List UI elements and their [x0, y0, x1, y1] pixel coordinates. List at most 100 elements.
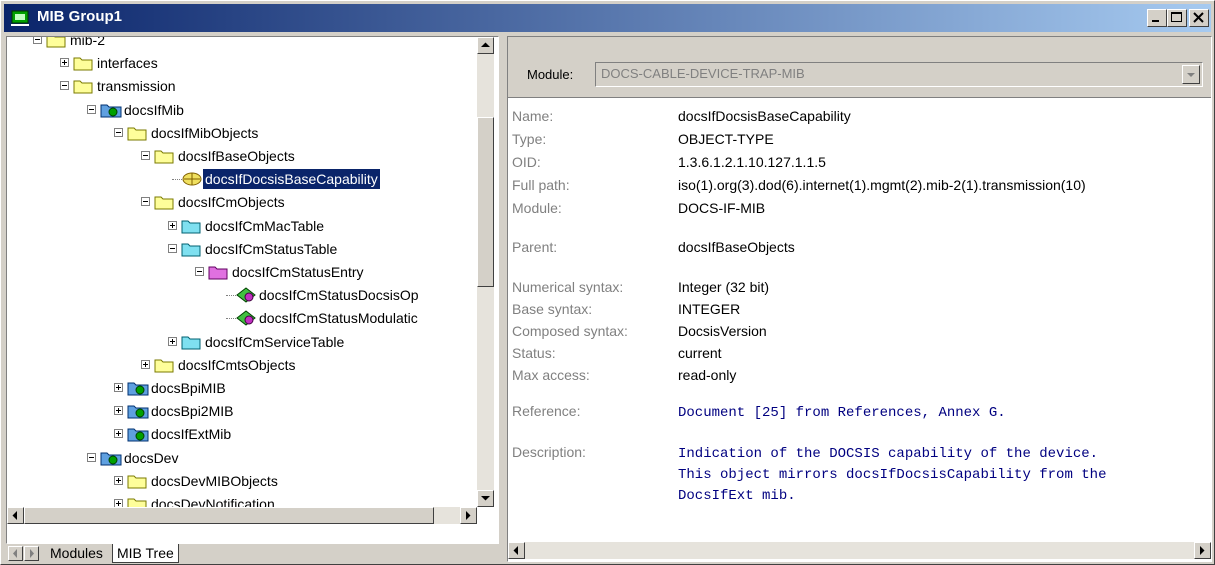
tree-node[interactable]: transmission — [7, 75, 477, 97]
title-bar[interactable]: MIB Group1 — [4, 4, 1211, 32]
scalar-leaf-icon — [181, 171, 202, 187]
tree-node[interactable]: docsIfCmServiceTable — [7, 331, 477, 353]
tree-node-label[interactable]: mib-2 — [68, 37, 107, 51]
module-selector-label: Module: — [527, 67, 574, 82]
tree-node[interactable]: docsDevMIBObjects — [7, 470, 477, 492]
collapse-icon[interactable] — [114, 127, 123, 137]
tree-node-label[interactable]: docsIfCmtsObjects — [176, 354, 297, 376]
minimize-button[interactable] — [1147, 9, 1167, 27]
expand-icon[interactable] — [60, 58, 69, 68]
arrow-right-icon — [1200, 546, 1205, 555]
module-folder-icon — [127, 426, 149, 442]
expand-icon[interactable] — [141, 359, 150, 369]
folder-icon — [127, 125, 147, 141]
tree-node-label[interactable]: docsBpi2MIB — [149, 400, 235, 422]
tree-node[interactable]: docsIfCmStatusTable — [7, 238, 477, 260]
table-folder-icon — [181, 334, 201, 350]
collapse-icon[interactable] — [195, 267, 204, 276]
tree-node[interactable]: docsIfExtMib — [7, 423, 477, 445]
tree-node-label[interactable]: docsIfCmMacTable — [203, 215, 326, 237]
scroll-down-button[interactable] — [477, 490, 494, 507]
tree-horizontal-scrollbar[interactable] — [7, 507, 477, 524]
tree-node-label[interactable]: transmission — [95, 75, 178, 97]
details-horizontal-scrollbar[interactable] — [508, 542, 1211, 559]
collapse-icon[interactable] — [141, 197, 150, 207]
collapse-icon[interactable] — [33, 37, 42, 44]
tree-node-label[interactable]: docsIfCmServiceTable — [203, 331, 346, 353]
expand-icon[interactable] — [114, 429, 123, 439]
collapse-icon[interactable] — [87, 104, 96, 114]
tree-node[interactable]: docsIfCmMacTable — [7, 215, 477, 237]
tree-node[interactable]: docsIfCmObjects — [7, 191, 477, 213]
collapse-icon[interactable] — [141, 151, 150, 160]
tree-node-label[interactable]: docsDevMIBObjects — [149, 470, 280, 492]
tree-node-label[interactable]: docsIfExtMib — [149, 423, 233, 445]
mib-browser-app-icon[interactable] — [10, 9, 30, 27]
tab-scroll-right-button[interactable] — [24, 546, 39, 561]
tab-mib-tree[interactable]: MIB Tree — [112, 544, 179, 563]
tree-node[interactable]: docsIfCmtsObjects — [7, 354, 477, 376]
module-dropdown[interactable]: DOCS-CABLE-DEVICE-TRAP-MIB — [595, 62, 1203, 87]
tree-node[interactable]: docsBpi2MIB — [7, 400, 477, 422]
expand-icon[interactable] — [168, 220, 177, 230]
expand-icon[interactable] — [114, 406, 123, 416]
tree-node-label[interactable]: docsIfCmStatusDocsisOp — [257, 284, 421, 306]
tree-node-label[interactable]: interfaces — [95, 52, 160, 74]
scroll-left-button[interactable] — [7, 507, 24, 524]
tab-modules[interactable]: Modules — [46, 544, 107, 562]
module-folder-icon — [100, 102, 122, 118]
tree-node-label[interactable]: docsIfCmObjects — [176, 191, 287, 213]
tree-scroll-thumb[interactable] — [477, 117, 494, 287]
chevron-down-icon — [1187, 73, 1195, 77]
maximize-button[interactable] — [1167, 9, 1187, 27]
tree-node[interactable]: docsIfCmStatusModulatic — [7, 307, 477, 329]
tree-node-label[interactable]: docsIfCmStatusTable — [203, 238, 339, 260]
tab-scroll-left-button[interactable] — [8, 546, 23, 561]
collapse-icon[interactable] — [60, 81, 69, 91]
tree-node-label[interactable]: docsDevNotification — [149, 493, 277, 507]
expand-icon[interactable] — [168, 336, 177, 346]
close-icon — [1193, 12, 1204, 23]
expand-icon[interactable] — [114, 383, 123, 392]
tree-node-label[interactable]: docsIfCmStatusModulatic — [257, 307, 420, 329]
tree-node[interactable]: docsBpiMIB — [7, 377, 477, 399]
property-value: 1.3.6.1.2.1.10.127.1.1.5 — [678, 154, 826, 170]
tree-node-label[interactable]: docsIfBaseObjects — [176, 145, 297, 167]
tree-node[interactable]: docsDevNotification — [7, 493, 477, 507]
expand-icon[interactable] — [114, 475, 123, 485]
tree-node[interactable]: docsIfDocsisBaseCapability — [7, 168, 477, 191]
tree-node[interactable]: docsIfMib — [7, 99, 477, 121]
tree-vertical-scrollbar[interactable] — [477, 37, 494, 507]
tree-node[interactable]: docsDev — [7, 447, 477, 469]
entry-folder-icon — [208, 264, 228, 280]
tree-node-label[interactable]: docsIfMibObjects — [149, 122, 260, 144]
collapse-icon[interactable] — [168, 243, 177, 253]
tree-node-label[interactable]: docsIfCmStatusEntry — [230, 261, 366, 283]
tree-node-label[interactable]: docsDev — [122, 447, 180, 469]
tree-node-label[interactable]: docsBpiMIB — [149, 377, 228, 399]
tree-node[interactable]: docsIfBaseObjects — [7, 145, 477, 167]
property-label: Module: — [512, 200, 562, 216]
collapse-icon[interactable] — [87, 452, 96, 462]
tab-strip: Modules MIB Tree — [6, 544, 499, 564]
expand-icon[interactable] — [114, 499, 123, 507]
tree-node-label-selected[interactable]: docsIfDocsisBaseCapability — [202, 168, 381, 191]
mib-tree[interactable]: mib-2 interfaces transmission docsIfMib docs… — [7, 37, 477, 507]
scroll-up-button[interactable] — [477, 37, 494, 54]
property-value: docsIfDocsisBaseCapability — [678, 108, 851, 124]
tree-node[interactable]: mib-2 — [7, 37, 477, 51]
dropdown-button[interactable] — [1182, 65, 1200, 84]
tree-node[interactable]: docsIfMibObjects — [7, 122, 477, 144]
window-title: MIB Group1 — [37, 8, 122, 25]
details-scroll-right-button[interactable] — [1194, 542, 1211, 559]
property-value: docsIfBaseObjects — [678, 239, 795, 255]
scroll-right-button[interactable] — [460, 507, 477, 524]
tree-node[interactable]: docsIfCmStatusDocsisOp — [7, 284, 477, 306]
tree-node[interactable]: interfaces — [7, 52, 477, 74]
property-label: Composed syntax: — [512, 323, 628, 339]
close-button[interactable] — [1189, 9, 1209, 27]
tree-hscroll-thumb[interactable] — [24, 507, 434, 524]
tree-node[interactable]: docsIfCmStatusEntry — [7, 261, 477, 283]
details-scroll-left-button[interactable] — [508, 542, 525, 559]
tree-node-label[interactable]: docsIfMib — [122, 99, 186, 121]
